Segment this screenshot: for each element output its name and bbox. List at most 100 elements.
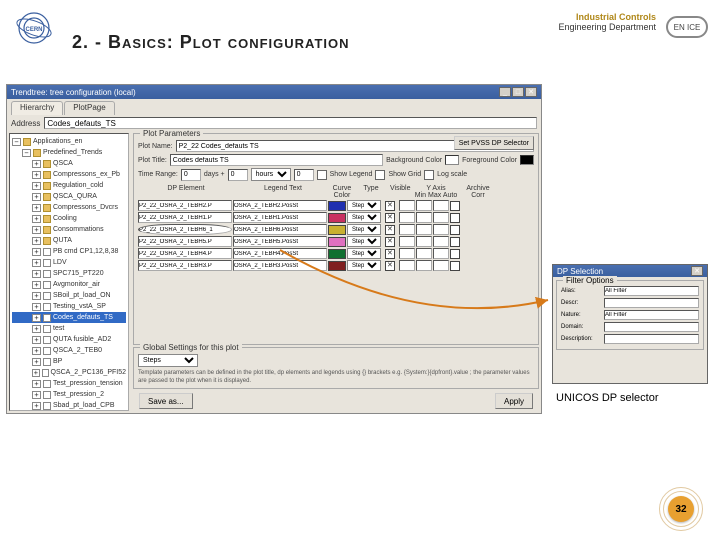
descr-input[interactable] bbox=[604, 298, 699, 308]
yauto-input[interactable] bbox=[433, 212, 449, 223]
ymax-input[interactable] bbox=[416, 260, 432, 271]
ymin-input[interactable] bbox=[399, 236, 415, 247]
tree-item[interactable]: +Sbad_pt_load_CPB bbox=[12, 400, 126, 411]
ymax-input[interactable] bbox=[416, 224, 432, 235]
global-type-select[interactable]: Steps bbox=[138, 354, 198, 367]
curve-color-swatch[interactable] bbox=[328, 213, 346, 223]
visible-checkbox[interactable] bbox=[385, 213, 395, 223]
alias-input[interactable] bbox=[604, 286, 699, 296]
curve-type-select[interactable]: Steps bbox=[347, 260, 381, 271]
tree-item[interactable]: +Codes_defauts_TS bbox=[12, 312, 126, 323]
address-input[interactable] bbox=[44, 117, 537, 129]
visible-checkbox[interactable] bbox=[385, 261, 395, 271]
tree-item[interactable]: +Compressons_Dvcrs bbox=[12, 202, 126, 213]
tree-item[interactable]: +Test_pression_tension bbox=[12, 378, 126, 389]
archive-checkbox[interactable] bbox=[450, 237, 460, 247]
dp-element-input[interactable] bbox=[138, 236, 232, 247]
archive-checkbox[interactable] bbox=[450, 213, 460, 223]
tree-item[interactable]: +QSCA_2_PC136_PFI52 bbox=[12, 367, 126, 378]
ymin-input[interactable] bbox=[399, 260, 415, 271]
tab-plotpage[interactable]: PlotPage bbox=[64, 101, 114, 115]
archive-checkbox[interactable] bbox=[450, 249, 460, 259]
time-days-input[interactable] bbox=[181, 169, 201, 181]
plot-title-input[interactable] bbox=[170, 154, 383, 166]
nature-input[interactable] bbox=[604, 310, 699, 320]
tree-item[interactable]: +test bbox=[12, 323, 126, 334]
archive-checkbox[interactable] bbox=[450, 201, 460, 211]
description-input[interactable] bbox=[604, 334, 699, 344]
visible-checkbox[interactable] bbox=[385, 201, 395, 211]
archive-checkbox[interactable] bbox=[450, 261, 460, 271]
dp-element-input[interactable] bbox=[138, 200, 232, 211]
dp-element-input[interactable] bbox=[138, 248, 232, 259]
dp-element-input[interactable] bbox=[138, 224, 232, 235]
show-legend-checkbox[interactable] bbox=[317, 170, 327, 180]
ymax-input[interactable] bbox=[416, 236, 432, 247]
legend-text-input[interactable] bbox=[233, 200, 327, 211]
legend-text-input[interactable] bbox=[233, 224, 327, 235]
bgcolor-picker[interactable] bbox=[445, 155, 459, 165]
curve-type-select[interactable]: Steps bbox=[347, 224, 381, 235]
legend-text-input[interactable] bbox=[233, 260, 327, 271]
archive-checkbox[interactable] bbox=[450, 225, 460, 235]
tree-item[interactable]: +QSCA_2_TEB0 bbox=[12, 345, 126, 356]
tree-item[interactable]: +SPC715_PT220 bbox=[12, 268, 126, 279]
popup-close-button[interactable]: ✕ bbox=[691, 266, 703, 276]
tree-item[interactable]: +SBoil_pt_load_ON bbox=[12, 290, 126, 301]
tree-item[interactable]: +PB cmd CP1,12,8,38 bbox=[12, 246, 126, 257]
ymin-input[interactable] bbox=[399, 224, 415, 235]
tree-item[interactable]: +Test_pression_2 bbox=[12, 389, 126, 400]
log-scale-checkbox[interactable] bbox=[424, 170, 434, 180]
curve-color-swatch[interactable] bbox=[328, 201, 346, 211]
close-button[interactable]: ✕ bbox=[525, 87, 537, 97]
ymin-input[interactable] bbox=[399, 200, 415, 211]
tree-item[interactable]: +QSCA bbox=[12, 158, 126, 169]
yauto-input[interactable] bbox=[433, 200, 449, 211]
fgcolor-picker[interactable] bbox=[520, 155, 534, 165]
legend-text-input[interactable] bbox=[233, 212, 327, 223]
legend-text-input[interactable] bbox=[233, 248, 327, 259]
ymin-input[interactable] bbox=[399, 212, 415, 223]
axis2-input[interactable] bbox=[294, 169, 314, 181]
yauto-input[interactable] bbox=[433, 260, 449, 271]
domain-input[interactable] bbox=[604, 322, 699, 332]
curve-color-swatch[interactable] bbox=[328, 249, 346, 259]
yauto-input[interactable] bbox=[433, 236, 449, 247]
tab-hierarchy[interactable]: Hierarchy bbox=[11, 101, 63, 115]
yauto-input[interactable] bbox=[433, 224, 449, 235]
show-grid-checkbox[interactable] bbox=[375, 170, 385, 180]
curve-type-select[interactable]: Steps bbox=[347, 248, 381, 259]
visible-checkbox[interactable] bbox=[385, 225, 395, 235]
dp-element-input[interactable] bbox=[138, 260, 232, 271]
tree-item[interactable]: +QUTA bbox=[12, 235, 126, 246]
ymax-input[interactable] bbox=[416, 212, 432, 223]
yauto-input[interactable] bbox=[433, 248, 449, 259]
curve-type-select[interactable]: Steps bbox=[347, 200, 381, 211]
tree-item[interactable]: +Avgmonitor_air bbox=[12, 279, 126, 290]
tree-item[interactable]: +Compressons_ex_Pb bbox=[12, 169, 126, 180]
tree-item[interactable]: +QUTA fusible_AD2 bbox=[12, 334, 126, 345]
ymin-input[interactable] bbox=[399, 248, 415, 259]
tree-item[interactable]: +Regulation_cold bbox=[12, 180, 126, 191]
set-dp-selector-button[interactable]: Set PVSS DP Selector bbox=[454, 136, 534, 150]
tree-item[interactable]: +BP bbox=[12, 356, 126, 367]
legend-text-input[interactable] bbox=[233, 236, 327, 247]
visible-checkbox[interactable] bbox=[385, 237, 395, 247]
apply-button[interactable]: Apply bbox=[495, 393, 533, 409]
ymax-input[interactable] bbox=[416, 248, 432, 259]
curve-type-select[interactable]: Steps bbox=[347, 212, 381, 223]
curve-color-swatch[interactable] bbox=[328, 237, 346, 247]
tree-item[interactable]: +Cooling bbox=[12, 213, 126, 224]
maximize-button[interactable]: □ bbox=[512, 87, 524, 97]
minimize-button[interactable]: _ bbox=[499, 87, 511, 97]
curve-type-select[interactable]: Steps bbox=[347, 236, 381, 247]
time-hours-input[interactable] bbox=[228, 169, 248, 181]
dp-element-input[interactable] bbox=[138, 212, 232, 223]
hours-unit-select[interactable]: hours bbox=[251, 168, 291, 181]
tree-item[interactable]: +Consommations bbox=[12, 224, 126, 235]
ymax-input[interactable] bbox=[416, 200, 432, 211]
save-as-button[interactable]: Save as... bbox=[139, 393, 193, 409]
visible-checkbox[interactable] bbox=[385, 249, 395, 259]
tree-item[interactable]: +Testing_vstA_SP bbox=[12, 301, 126, 312]
tree-item[interactable]: +QSCA_QURA bbox=[12, 191, 126, 202]
